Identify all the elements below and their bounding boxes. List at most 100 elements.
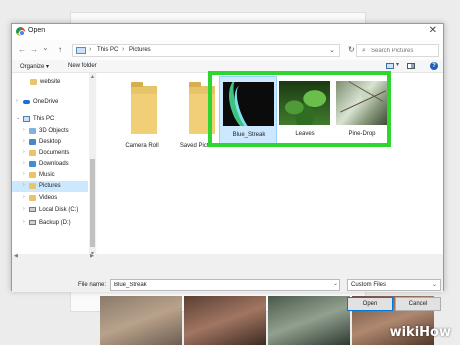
open-button[interactable]: Open bbox=[347, 297, 393, 311]
chevron-right-icon[interactable]: › bbox=[16, 98, 18, 104]
preview-pane-icon[interactable] bbox=[407, 63, 415, 69]
chevron-down-icon[interactable]: ⌄ bbox=[333, 280, 338, 287]
close-icon[interactable]: ✕ bbox=[429, 25, 437, 36]
scroll-right-icon[interactable]: ▶ bbox=[90, 253, 94, 259]
chevron-right-icon[interactable]: › bbox=[23, 194, 25, 200]
watermark-wiki: wiki bbox=[389, 325, 420, 340]
folder-icon bbox=[131, 82, 157, 134]
chevron-down-icon[interactable]: ⌄ bbox=[329, 46, 335, 54]
download-icon bbox=[29, 161, 36, 167]
horizontal-scrollbar[interactable]: ◀ ▶ bbox=[12, 253, 96, 260]
sidebar-item-label: Desktop bbox=[39, 139, 62, 145]
sidebar-item-label: Documents bbox=[39, 150, 70, 156]
navigation-bar: ← → ⌄ ↑ › This PC › Pictures ⌄ ↻ ⌕ bbox=[12, 40, 449, 60]
chevron-right-icon[interactable]: › bbox=[23, 160, 25, 166]
scrollbar-thumb[interactable] bbox=[90, 159, 95, 247]
recent-locations-chevron-icon[interactable]: ⌄ bbox=[42, 43, 49, 52]
drive-icon bbox=[29, 220, 36, 225]
folder-label: Camera Roll bbox=[125, 143, 159, 149]
up-arrow-icon[interactable]: ↑ bbox=[58, 45, 62, 54]
folder-icon bbox=[30, 79, 37, 85]
desktop-icon bbox=[29, 139, 36, 145]
sidebar-item-label: This PC bbox=[33, 116, 55, 122]
pc-icon bbox=[23, 116, 30, 122]
drive-icon bbox=[29, 207, 36, 212]
help-icon[interactable]: ? bbox=[430, 62, 438, 70]
chevron-right-icon[interactable]: › bbox=[23, 149, 25, 155]
sidebar-item-label: 3D Objects bbox=[39, 128, 69, 134]
breadcrumb-pictures[interactable]: Pictures bbox=[129, 47, 151, 53]
file-name-input[interactable] bbox=[110, 279, 340, 291]
scroll-up-icon[interactable]: ▲ bbox=[90, 74, 95, 80]
sidebar-item-backup[interactable]: › Backup (D:) bbox=[12, 218, 88, 229]
chevron-right-icon[interactable]: › bbox=[23, 206, 25, 212]
sidebar-item-downloads[interactable]: › Downloads bbox=[12, 159, 88, 170]
sidebar-item-this-pc[interactable]: ⌄ This PC bbox=[12, 114, 88, 125]
sidebar-item-label: Music bbox=[39, 172, 55, 178]
new-folder-button[interactable]: New folder bbox=[68, 63, 97, 69]
change-view-icon[interactable] bbox=[386, 63, 394, 69]
video-icon bbox=[29, 195, 36, 201]
forward-arrow-icon[interactable]: → bbox=[30, 45, 38, 54]
chevron-right-icon[interactable]: › bbox=[23, 182, 25, 188]
sidebar-item-label: Local Disk (C:) bbox=[39, 207, 79, 213]
folder-item-camera-roll[interactable]: Camera Roll bbox=[113, 76, 171, 160]
chevron-down-icon[interactable]: ▾ bbox=[396, 61, 399, 68]
chevron-down-icon[interactable]: ⌄ bbox=[16, 115, 20, 121]
chevron-down-icon: ⌄ bbox=[431, 282, 437, 288]
wikihow-watermark: wikiHow bbox=[390, 325, 451, 340]
pc-icon bbox=[76, 47, 86, 54]
breadcrumb-separator: › bbox=[89, 46, 92, 53]
sidebar-item-label: Downloads bbox=[39, 161, 69, 167]
chevron-right-icon[interactable]: › bbox=[23, 127, 25, 133]
background-photo bbox=[268, 296, 350, 345]
sidebar-item-documents[interactable]: › Documents bbox=[12, 148, 88, 159]
pictures-icon bbox=[29, 183, 36, 189]
background-photo bbox=[184, 296, 266, 345]
title-bar: Open ✕ bbox=[12, 24, 443, 40]
documents-icon bbox=[29, 150, 36, 156]
chevron-right-icon[interactable]: › bbox=[23, 219, 25, 225]
file-name-label: File name: bbox=[78, 282, 107, 288]
sidebar-item-3d-objects[interactable]: › 3D Objects bbox=[12, 126, 88, 137]
scroll-left-icon[interactable]: ◀ bbox=[14, 253, 18, 259]
chevron-right-icon[interactable]: › bbox=[23, 171, 25, 177]
chevron-right-icon[interactable]: › bbox=[23, 138, 25, 144]
sidebar-item-music[interactable]: › Music bbox=[12, 170, 88, 181]
search-box[interactable]: ⌕ bbox=[356, 44, 449, 57]
window-title: Open bbox=[28, 27, 46, 34]
back-arrow-icon[interactable]: ← bbox=[18, 45, 26, 54]
breadcrumb-this-pc[interactable]: This PC bbox=[97, 47, 118, 53]
cancel-button[interactable]: Cancel bbox=[395, 297, 441, 311]
sidebar-item-desktop[interactable]: › Desktop bbox=[12, 137, 88, 148]
address-bar[interactable]: › This PC › Pictures ⌄ bbox=[72, 44, 340, 57]
sidebar-item-local-disk[interactable]: › Local Disk (C:) bbox=[12, 205, 88, 216]
sidebar-item-label: OneDrive bbox=[33, 99, 59, 105]
music-icon bbox=[29, 172, 36, 178]
search-icon: ⌕ bbox=[362, 47, 366, 54]
navigation-pane: website › OneDrive ⌄ This PC › 3D Object… bbox=[12, 73, 96, 258]
sidebar-item-label: Pictures bbox=[39, 183, 61, 189]
sidebar-item-label: Backup (D:) bbox=[39, 220, 71, 226]
bottom-panel: ◀ ▶ File name: ⌄ Custom Files ⌄ Open Can… bbox=[12, 253, 443, 311]
background-photo bbox=[100, 296, 182, 345]
sidebar-scrollbar[interactable]: ▲ ▼ bbox=[89, 73, 96, 258]
file-type-select[interactable]: Custom Files ⌄ bbox=[347, 279, 441, 291]
highlight-annotation bbox=[208, 71, 391, 147]
cube-icon bbox=[29, 128, 36, 134]
cloud-icon bbox=[23, 100, 30, 104]
sidebar-item-website[interactable]: website bbox=[12, 77, 88, 88]
file-type-value: Custom Files bbox=[351, 282, 387, 288]
refresh-icon[interactable]: ↻ bbox=[348, 45, 355, 54]
sidebar-item-label: website bbox=[40, 79, 61, 85]
open-file-dialog: Open ✕ ← → ⌄ ↑ › This PC › Pictures ⌄ ↻ … bbox=[11, 23, 449, 311]
sidebar-item-label: Videos bbox=[39, 195, 58, 201]
search-input[interactable] bbox=[371, 46, 449, 56]
sidebar-item-pictures[interactable]: › Pictures bbox=[12, 181, 88, 192]
organize-menu[interactable]: Organize ▾ bbox=[20, 63, 49, 70]
watermark-how: How bbox=[419, 325, 451, 340]
sidebar-item-videos[interactable]: › Videos bbox=[12, 193, 88, 204]
sidebar-item-onedrive[interactable]: › OneDrive bbox=[12, 97, 88, 108]
chrome-icon bbox=[16, 27, 25, 36]
breadcrumb-separator: › bbox=[122, 46, 125, 53]
